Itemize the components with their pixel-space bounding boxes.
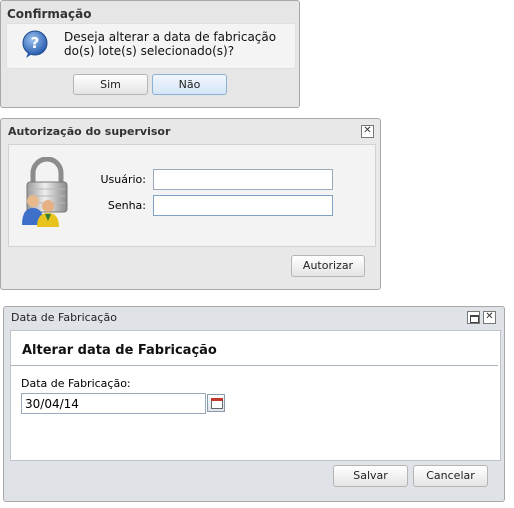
svg-text:?: ? [31,34,40,52]
manufacture-date-dialog: Data de Fabricação ✕ Alterar data de Fab… [3,306,505,502]
password-label: Senha: [107,199,146,212]
supervisor-dialog-title: Autorização do supervisor [8,125,171,138]
question-icon: ? [22,30,48,58]
confirm-dialog-title: Confirmação [7,7,92,21]
password-field[interactable] [153,195,333,216]
manufacture-form-panel: Alterar data de Fabricação Data de Fabri… [10,330,501,461]
heading-divider [11,365,498,366]
date-label: Data de Fabricação: [21,377,131,390]
manufacture-dialog-title: Data de Fabricação [11,311,117,324]
close-icon[interactable]: ✕ [483,311,496,324]
form-heading: Alterar data de Fabricação [22,343,217,358]
lock-users-icon [22,157,68,227]
date-field[interactable] [21,393,206,414]
supervisor-dialog: Autorização do supervisor ✕ Usuário: Sen… [0,118,381,290]
cancel-button[interactable]: Cancelar [413,465,488,487]
yes-button[interactable]: Sim [73,74,148,95]
confirm-message: Deseja alterar a data de fabricação do(s… [64,30,277,58]
maximize-icon[interactable] [467,311,480,324]
close-icon[interactable]: ✕ [361,125,374,138]
username-label: Usuário: [100,173,146,186]
no-button[interactable]: Não [152,74,227,95]
save-button[interactable]: Salvar [333,465,408,487]
username-field[interactable] [153,169,333,190]
confirm-dialog: Confirmação ? Deseja alterar a data de f… [0,0,300,108]
calendar-icon[interactable] [207,394,225,412]
authorize-button[interactable]: Autorizar [291,255,365,277]
